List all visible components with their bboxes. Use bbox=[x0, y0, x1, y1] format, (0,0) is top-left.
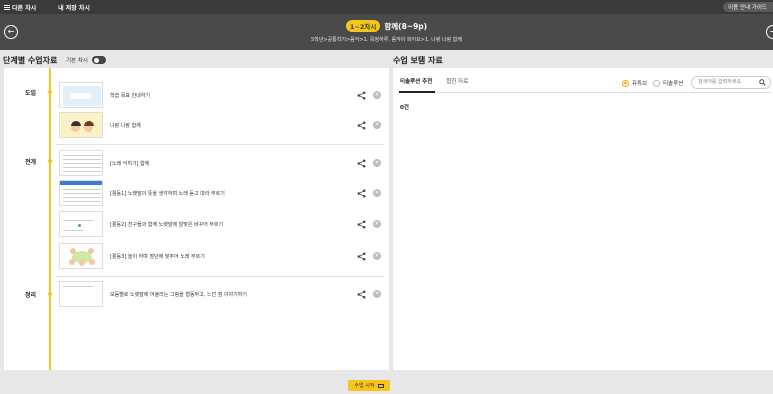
item-title: 나랑 나랑 함께 bbox=[110, 123, 141, 129]
item-thumbnail bbox=[59, 211, 103, 237]
item-thumbnail bbox=[59, 180, 103, 206]
stage-divider bbox=[56, 144, 384, 145]
other-lessons-button[interactable]: 다른 차시 bbox=[4, 3, 36, 12]
close-icon[interactable]: × bbox=[373, 220, 381, 228]
stage-dot bbox=[48, 90, 52, 94]
monitor-icon bbox=[377, 383, 384, 388]
stage-materials-panel: 도입 전개 정리 학습 목표 안내하기 × 나랑 나랑 함께 × [노래 익히기… bbox=[4, 68, 389, 370]
share-icon[interactable] bbox=[357, 220, 366, 229]
tab-divider bbox=[399, 92, 771, 93]
share-icon[interactable] bbox=[357, 290, 366, 299]
stage-label-develop: 전개 bbox=[25, 159, 37, 166]
supplementary-title: 수업 보탬 자료 bbox=[393, 56, 443, 65]
top-bar: 다른 차시 내 저장 차시 이용 안내 가이드 bbox=[0, 0, 773, 14]
lesson-title: 함께(8~9p) bbox=[384, 21, 428, 31]
radio-unchecked-icon bbox=[653, 79, 660, 87]
item-title: [활동1] 노랫말의 뜻을 생각하며 노래 듣고 따라 부르기 bbox=[110, 191, 225, 197]
stage-dot bbox=[48, 159, 52, 163]
start-class-button[interactable]: 수업 시작 bbox=[348, 380, 390, 391]
search-icon[interactable] bbox=[759, 79, 766, 86]
item-thumbnail bbox=[59, 112, 103, 138]
list-item[interactable]: 나랑 나랑 함께 × bbox=[59, 112, 384, 138]
radio-tsolution[interactable]: 티솔루션 bbox=[653, 79, 683, 87]
arrow-right-icon: → bbox=[769, 27, 773, 36]
item-thumbnail bbox=[59, 243, 103, 269]
item-thumbnail bbox=[59, 82, 103, 108]
lesson-title-row: 1~2차시 함께(8~9p) bbox=[0, 20, 773, 32]
lesson-header: ← 1~2차시 함께(8~9p) 5학년>공통학기>음악>1. 목청하루, 음악… bbox=[0, 14, 773, 50]
menu-icon bbox=[4, 4, 10, 10]
period-badge: 1~2차시 bbox=[345, 20, 381, 32]
list-item[interactable]: [활동3] 놀이 하며 장단에 맞추어 노래 부르기 × bbox=[59, 243, 384, 269]
list-item[interactable]: [노래 익히기] 함께 × bbox=[59, 150, 384, 176]
radio-youtube[interactable]: 유튜브 bbox=[622, 79, 647, 87]
timeline-line bbox=[49, 68, 51, 370]
stage-divider bbox=[56, 276, 384, 277]
tab-shared[interactable]: 협한 자료 bbox=[446, 77, 468, 85]
share-icon[interactable] bbox=[357, 159, 366, 168]
close-icon[interactable]: × bbox=[373, 290, 381, 298]
share-icon[interactable] bbox=[357, 189, 366, 198]
active-tab-indicator bbox=[399, 91, 435, 93]
radio-checked-icon bbox=[622, 79, 629, 87]
item-title: [활동2] 친구들과 함께 노랫말에 알맞은 바꾸어 부르기 bbox=[110, 222, 224, 228]
stage-dot bbox=[48, 292, 52, 296]
list-item[interactable]: 학습 목표 안내하기 × bbox=[59, 82, 384, 108]
saved-lessons-button[interactable]: 내 저장 차시 bbox=[58, 3, 90, 12]
toggle-switch[interactable] bbox=[92, 56, 106, 64]
basic-lesson-toggle[interactable]: 기본 차시 bbox=[66, 56, 106, 64]
search-placeholder: 검색어를 입력하세요. bbox=[698, 79, 743, 85]
toggle-label: 기본 차시 bbox=[66, 58, 88, 64]
start-class-label: 수업 시작 bbox=[354, 383, 375, 389]
other-lessons-label: 다른 차시 bbox=[12, 4, 37, 12]
breadcrumb: 5학년>공통학기>음악>1. 목청하루, 음악이 피어요>1. 나랑 나랑 함께 bbox=[310, 37, 462, 43]
close-icon[interactable]: × bbox=[373, 189, 381, 197]
close-icon[interactable]: × bbox=[373, 159, 381, 167]
radio-label: 유튜브 bbox=[632, 81, 648, 87]
list-item[interactable]: 모둠별로 노랫말에 어울리는 그림을 협동하고, 느낀 점 이야기하기 × bbox=[59, 281, 384, 307]
list-item[interactable]: [활동1] 노랫말의 뜻을 생각하며 노래 듣고 따라 부르기 × bbox=[59, 180, 384, 206]
radio-label: 티솔루션 bbox=[663, 81, 684, 87]
item-title: 학습 목표 안내하기 bbox=[110, 93, 150, 99]
share-icon[interactable] bbox=[357, 252, 366, 261]
close-icon[interactable]: × bbox=[373, 252, 381, 260]
item-title: 모둠별로 노랫말에 어울리는 그림을 협동하고, 느낀 점 이야기하기 bbox=[110, 292, 247, 298]
list-item[interactable]: [활동2] 친구들과 함께 노랫말에 알맞은 바꾸어 부르기 × bbox=[59, 211, 384, 237]
item-thumbnail bbox=[59, 150, 103, 176]
share-icon[interactable] bbox=[357, 121, 366, 130]
stage-label-wrapup: 정리 bbox=[25, 292, 37, 299]
item-thumbnail bbox=[59, 281, 103, 307]
close-icon[interactable]: × bbox=[373, 91, 381, 99]
tab-recommended[interactable]: 티솔루션 추천 bbox=[400, 77, 432, 85]
search-input[interactable]: 검색어를 입력하세요. bbox=[691, 76, 771, 89]
guide-button[interactable]: 이용 안내 가이드 bbox=[723, 2, 773, 12]
item-title: [노래 익히기] 함께 bbox=[110, 161, 150, 167]
stage-label-intro: 도입 bbox=[25, 90, 37, 97]
result-count: 0건 bbox=[400, 105, 409, 111]
share-icon[interactable] bbox=[357, 91, 366, 100]
next-lesson-button[interactable]: → bbox=[766, 25, 773, 39]
close-icon[interactable]: × bbox=[373, 121, 381, 129]
supplementary-panel: 티솔루션 추천 협한 자료 유튜브 티솔루션 검색어를 입력하세요. 0건 bbox=[393, 68, 773, 370]
material-tabs: 티솔루션 추천 협한 자료 bbox=[400, 77, 482, 85]
item-title: [활동3] 놀이 하며 장단에 맞추어 노래 부르기 bbox=[110, 254, 205, 260]
stage-materials-title: 단계별 수업자료 bbox=[3, 56, 58, 65]
